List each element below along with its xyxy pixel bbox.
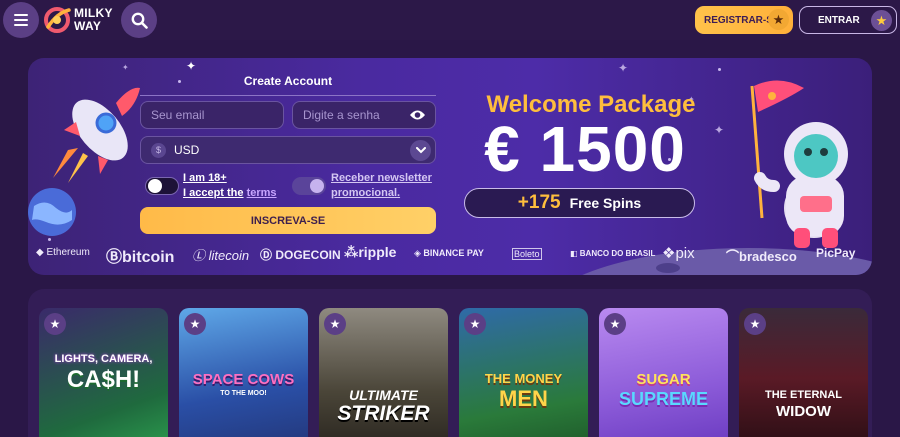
game-tile-the-money-men[interactable]: ★ THE MONEY MEN	[459, 308, 588, 437]
spins-count: +175	[517, 192, 561, 213]
game-title-line-2: SUPREME	[618, 389, 708, 409]
email-input[interactable]: Seu email	[140, 101, 284, 129]
game-tile-space-cows[interactable]: ★ SPACE COWS TO THE MOO!	[179, 308, 308, 437]
game-title-line-2: MEN	[499, 386, 548, 411]
newsletter-line-1: Receber newsletter	[331, 172, 432, 184]
payment-boleto: Boleto	[512, 248, 542, 260]
title-divider	[140, 95, 436, 96]
terms-link[interactable]: terms	[247, 187, 277, 199]
payment-bradesco: ⌒bradesco	[726, 249, 797, 264]
toggle-knob	[148, 179, 162, 193]
menu-button[interactable]	[3, 2, 39, 38]
sparkle-icon: ✦	[714, 123, 725, 137]
games-row: ★ LIGHTS, CAMERA, CA$H! ★ SPACE COWS TO …	[28, 289, 872, 437]
star-dot	[48, 238, 51, 241]
astronaut-illustration	[750, 80, 848, 248]
star-dot	[718, 68, 721, 71]
payment-banco-do-brasil: ◧ BANCO DO BRASIL	[570, 249, 656, 258]
game-tile-lights-camera-cash[interactable]: ★ LIGHTS, CAMERA, CA$H!	[39, 308, 168, 437]
favorite-star-icon[interactable]: ★	[324, 313, 346, 335]
payment-binance-pay: ◈ BINANCE PAY	[414, 248, 484, 258]
payment-picpay: PicPay	[816, 246, 856, 260]
newsletter-text[interactable]: Receber newsletter promocional.	[331, 171, 432, 201]
payment-dogecoin: Ⓓ DOGECOIN	[260, 248, 341, 262]
favorite-star-icon[interactable]: ★	[464, 313, 486, 335]
game-title-line-1: LIGHTS, CAMERA,	[54, 353, 153, 365]
hamburger-icon	[14, 14, 28, 26]
favorite-star-icon[interactable]: ★	[744, 313, 766, 335]
payment-bitcoin: Ⓑbitcoin	[106, 249, 175, 266]
game-tile-the-eternal-widow[interactable]: ★ THE ETERNAL WIDOW	[739, 308, 868, 437]
login-label: ENTRAR	[818, 14, 860, 26]
logo-text: MILKY WAY	[74, 7, 113, 33]
age-label: I am 18+	[183, 172, 227, 184]
newsletter-toggle[interactable]	[292, 177, 326, 195]
rocket-illustration	[53, 87, 140, 183]
age-toggle[interactable]	[145, 177, 179, 195]
signup-banner: ✦ ✦ ✦ ✦ ✦ Create Account Seu email Digit…	[28, 58, 872, 275]
payment-methods-strip: ◆ Ethereum Ⓑbitcoin Ⓛ litecoin Ⓓ DOGECOI…	[28, 244, 872, 268]
accept-prefix: I accept the	[183, 187, 244, 199]
planet-illustration	[28, 188, 76, 236]
sparkle-icon: ✦	[122, 63, 129, 72]
milky-way-logo[interactable]: MILKY WAY	[42, 4, 120, 36]
toggle-knob	[310, 179, 324, 193]
signup-submit-button[interactable]: INSCREVA-SE	[140, 207, 436, 234]
register-button[interactable]: REGISTRAR-SE ★	[695, 6, 793, 34]
password-input[interactable]: Digite a senha	[292, 101, 436, 129]
top-bar: MILKY WAY REGISTRAR-SE ★ ENTRAR ★	[0, 0, 900, 40]
logo-line-2: WAY	[74, 19, 102, 33]
sparkle-icon: ✦	[186, 59, 197, 73]
game-tile-sugar-supreme[interactable]: ★ SUGAR SUPREME	[599, 308, 728, 437]
spins-label: Free Spins	[569, 195, 642, 211]
form-title: Create Account	[243, 74, 333, 88]
search-icon	[131, 12, 148, 29]
payment-litecoin: Ⓛ litecoin	[192, 248, 250, 263]
age-consent-text: I am 18+ I accept the terms	[183, 171, 277, 201]
star-dot	[178, 80, 181, 83]
game-title-line-2: WIDOW	[776, 403, 831, 420]
game-title-line-2: STRIKER	[337, 402, 430, 425]
game-title-line-2: TO THE MOO!	[220, 390, 267, 397]
login-button[interactable]: ENTRAR ★	[799, 6, 897, 34]
bonus-amount: € 1500	[484, 113, 686, 185]
favorite-star-icon[interactable]: ★	[44, 313, 66, 335]
search-button[interactable]	[121, 2, 157, 38]
game-title-line-1: ULTIMATE	[349, 387, 418, 403]
game-title-line-1: THE ETERNAL	[765, 389, 842, 401]
password-placeholder: Digite a senha	[303, 108, 380, 122]
eye-icon[interactable]	[409, 109, 426, 121]
favorite-star-icon[interactable]: ★	[184, 313, 206, 335]
sparkle-icon: ✦	[618, 61, 629, 75]
favorite-star-icon[interactable]: ★	[604, 313, 626, 335]
chevron-down-icon[interactable]	[410, 140, 431, 161]
dollar-icon: $	[151, 142, 166, 158]
newsletter-line-2: promocional.	[331, 187, 401, 199]
star-icon: ★	[768, 9, 789, 30]
game-title-line-1: THE MONEY	[484, 371, 563, 386]
star-icon: ★	[871, 10, 892, 31]
game-tile-ultimate-striker[interactable]: ★ ULTIMATE STRIKER	[319, 308, 448, 437]
game-title-line-1: SUGAR	[636, 371, 691, 388]
payment-ethereum: ◆ Ethereum	[36, 247, 90, 258]
currency-select[interactable]: $ USD	[140, 136, 436, 164]
game-title-line-1: SPACE COWS	[192, 371, 295, 388]
logo-mark-icon	[44, 7, 71, 33]
free-spins-badge: +175 Free Spins	[464, 188, 695, 218]
currency-value: USD	[174, 143, 200, 157]
payment-pix: ❖pix	[662, 245, 695, 262]
email-placeholder: Seu email	[151, 108, 205, 122]
payment-ripple: ⁂ripple	[344, 244, 397, 260]
game-title-line-2: CA$H!	[66, 366, 141, 393]
